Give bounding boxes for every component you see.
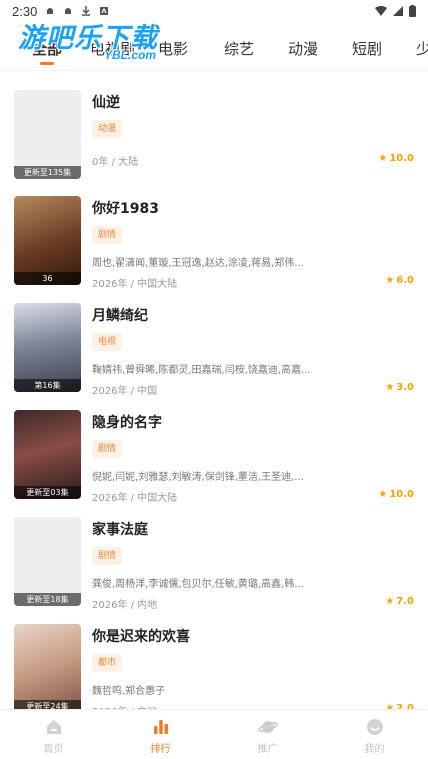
list-item[interactable]: 更新至18集 家事法庭 剧情 龚俊,周杨洋,李诚儒,包贝尔,任敏,黄璐,高鑫,韩… <box>0 517 428 617</box>
item-title[interactable]: 月鳞绮纪 <box>92 305 148 325</box>
item-title[interactable]: 你是迟来的欢喜 <box>92 626 190 646</box>
rating: ★ 10.0 <box>378 153 414 164</box>
item-cast: 倪妮,闫妮,刘雅瑟,刘敏涛,保剑锋,董洁,王圣迪,... <box>92 472 304 483</box>
status-bar: 2:30 <box>0 0 428 22</box>
item-cast: 魏哲鸣,郑合惠子 <box>92 686 166 697</box>
rating-value: 3.0 <box>396 382 414 393</box>
star-icon: ★ <box>385 596 395 607</box>
item-title[interactable]: 隐身的名字 <box>92 412 162 432</box>
category-tabs: 全部 电视剧 电影 综艺 动漫 短剧 少 <box>0 28 428 68</box>
tab-short-drama[interactable]: 短剧 <box>352 38 382 59</box>
nav-ranking[interactable]: 排行 <box>107 710 214 759</box>
rating-value: 10.0 <box>389 489 414 500</box>
rating: ★ 6.0 <box>385 275 414 286</box>
genre-tag: 动漫 <box>92 120 123 138</box>
rating-value: 10.0 <box>389 153 414 164</box>
rating: ★ 10.0 <box>378 489 414 500</box>
genre-tag: 剧情 <box>92 226 123 244</box>
episode-caption: 更新至18集 <box>14 593 81 606</box>
tab-variety[interactable]: 综艺 <box>224 38 254 59</box>
poster-thumbnail[interactable]: 第16集 <box>14 303 81 392</box>
item-meta: 2026年 / 中国 <box>92 386 158 397</box>
nav-profile[interactable]: 我的 <box>321 710 428 759</box>
ranking-icon <box>153 720 168 734</box>
star-icon: ★ <box>385 275 395 286</box>
nav-promote[interactable]: 推广 <box>214 710 321 759</box>
episode-caption: 36 <box>14 272 81 285</box>
android-notification-icon <box>65 8 72 14</box>
nav-label: 我的 <box>364 744 385 755</box>
nav-label: 首页 <box>43 744 64 755</box>
item-cast: 鞠婧祎,曾舜晞,陈都灵,田嘉瑞,闫桉,饶嘉迪,高嘉... <box>92 365 311 376</box>
status-time: 2:30 <box>12 3 38 19</box>
home-icon <box>46 720 61 734</box>
item-meta: 2026年 / 中国大陆 <box>92 279 178 290</box>
wifi-icon <box>375 6 387 16</box>
poster-thumbnail[interactable]: 更新至135集 <box>14 90 81 179</box>
item-meta: 2026年 / 内地 <box>92 600 158 611</box>
status-right <box>375 5 416 17</box>
rating: ★ 3.0 <box>385 382 414 393</box>
list-item[interactable]: 36 你好1983 剧情 周也,翟潇闻,董璇,王冠逸,赵达,涂凌,蒋易,郑伟..… <box>0 196 428 296</box>
nav-label: 推广 <box>257 744 278 755</box>
android-notification-icon <box>47 8 54 14</box>
tab-movies[interactable]: 电影 <box>158 38 188 59</box>
list-item[interactable]: 第16集 月鳞绮纪 电视 鞠婧祎,曾舜晞,陈都灵,田嘉瑞,闫桉,饶嘉迪,高嘉..… <box>0 303 428 403</box>
tab-tv-series[interactable]: 电视剧 <box>90 38 135 59</box>
active-tab-indicator <box>40 62 54 65</box>
genre-tag: 都市 <box>92 654 123 672</box>
poster-thumbnail[interactable]: 更新至18集 <box>14 517 81 606</box>
episode-caption: 更新至135集 <box>14 166 81 179</box>
item-cast: 龚俊,周杨洋,李诚儒,包贝尔,任敏,黄璐,高鑫,韩... <box>92 579 304 590</box>
nav-home[interactable]: 首页 <box>0 710 107 759</box>
poster-thumbnail[interactable]: 更新至03集 <box>14 410 81 499</box>
episode-caption: 第16集 <box>14 379 81 392</box>
tab-anime[interactable]: 动漫 <box>288 38 318 59</box>
app-notification-icon <box>100 7 109 15</box>
tab-kids[interactable]: 少 <box>416 38 428 59</box>
star-icon: ★ <box>385 382 395 393</box>
battery-icon <box>409 5 416 17</box>
item-meta: 0年 / 大陆 <box>92 157 139 168</box>
status-left: 2:30 <box>12 4 109 19</box>
genre-tag: 剧情 <box>92 440 123 458</box>
smile-icon <box>366 719 383 735</box>
rating: ★ 7.0 <box>385 596 414 607</box>
list-item[interactable]: 更新至135集 仙逆 动漫 0年 / 大陆 ★ 10.0 <box>0 90 428 190</box>
tab-all[interactable]: 全部 <box>32 38 62 59</box>
bottom-navigation: 首页 排行 推广 我的 <box>0 709 428 759</box>
episode-caption: 更新至03集 <box>14 486 81 499</box>
nav-label: 排行 <box>150 744 171 755</box>
item-meta: 2026年 / 中国大陆 <box>92 493 178 504</box>
star-icon: ★ <box>378 489 388 500</box>
poster-thumbnail[interactable]: 36 <box>14 196 81 285</box>
genre-tag: 电视 <box>92 333 123 351</box>
genre-tag: 剧情 <box>92 547 123 565</box>
item-title[interactable]: 你好1983 <box>92 198 159 218</box>
download-icon <box>82 6 91 16</box>
signal-icon <box>393 6 403 16</box>
item-cast: 周也,翟潇闻,董璇,王冠逸,赵达,涂凌,蒋易,郑伟... <box>92 258 304 269</box>
rating-value: 6.0 <box>396 275 414 286</box>
poster-thumbnail[interactable]: 更新至24集 <box>14 624 81 713</box>
item-title[interactable]: 仙逆 <box>92 92 120 112</box>
planet-icon <box>257 721 278 733</box>
item-title[interactable]: 家事法庭 <box>92 519 148 539</box>
star-icon: ★ <box>378 153 388 164</box>
rating-value: 7.0 <box>396 596 414 607</box>
list-item[interactable]: 更新至03集 隐身的名字 剧情 倪妮,闫妮,刘雅瑟,刘敏涛,保剑锋,董洁,王圣迪… <box>0 410 428 510</box>
tabs-divider <box>0 70 428 71</box>
